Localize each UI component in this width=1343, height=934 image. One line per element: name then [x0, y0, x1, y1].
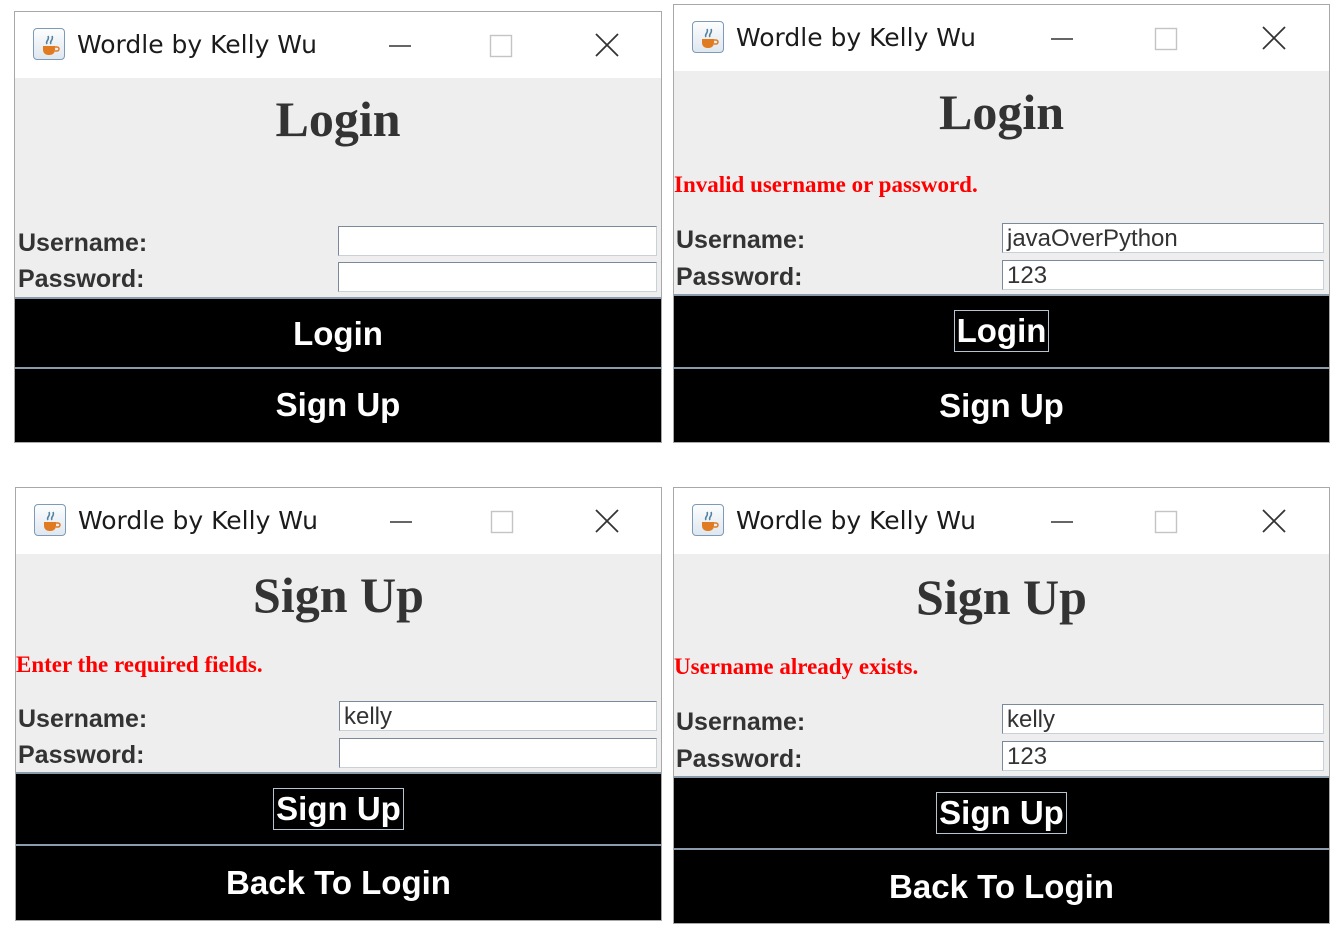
login-error-window: Wordle by Kelly Wu Login Invalid usernam… — [673, 4, 1330, 443]
error-message: Invalid username or password. — [674, 172, 978, 197]
username-field[interactable]: javaOverPython — [1002, 223, 1324, 253]
sign-up-button[interactable]: Sign Up — [15, 367, 661, 442]
sign-up-error-window: Wordle by Kelly Wu Sign Up Username alre… — [673, 487, 1330, 924]
close-icon[interactable] — [1254, 19, 1294, 55]
sign-up-button[interactable]: Sign Up — [674, 367, 1329, 442]
java-cup-icon — [34, 504, 66, 536]
java-cup-icon — [33, 28, 65, 60]
title-bar[interactable]: Wordle by Kelly Wu — [16, 488, 661, 554]
username-label: Username: — [676, 708, 806, 736]
window-title: Wordle by Kelly Wu — [77, 30, 317, 59]
password-field[interactable]: 123 — [1002, 741, 1324, 771]
login-button[interactable]: Login — [674, 294, 1329, 369]
sign-up-button-label: Sign Up — [275, 386, 401, 423]
error-message: Enter the required fields. — [16, 652, 263, 677]
back-to-login-button-label: Back To Login — [226, 864, 451, 901]
login-button-label: Login — [953, 310, 1050, 352]
maximize-icon[interactable] — [1146, 502, 1186, 538]
window-title: Wordle by Kelly Wu — [736, 23, 976, 52]
sign-up-button[interactable]: Sign Up — [16, 772, 661, 846]
page-title: Sign Up — [253, 567, 424, 623]
error-message: Username already exists. — [674, 654, 919, 679]
java-cup-icon — [692, 21, 724, 53]
back-to-login-button[interactable]: Back To Login — [674, 848, 1329, 923]
maximize-icon[interactable] — [481, 26, 521, 62]
maximize-icon[interactable] — [1146, 19, 1186, 55]
sign-up-window: Wordle by Kelly Wu Sign Up Enter the req… — [15, 487, 662, 921]
sign-up-button-label: Sign Up — [273, 788, 404, 830]
java-cup-icon — [692, 504, 724, 536]
sign-up-button[interactable]: Sign Up — [674, 776, 1329, 850]
login-window: Wordle by Kelly Wu Login Username: Passw… — [14, 11, 662, 443]
password-field[interactable] — [339, 738, 657, 768]
password-label: Password: — [676, 745, 803, 773]
back-to-login-button-label: Back To Login — [889, 868, 1114, 905]
window-title: Wordle by Kelly Wu — [78, 506, 318, 535]
login-button-label: Login — [293, 315, 383, 352]
page-title: Login — [938, 84, 1065, 140]
minimize-icon[interactable] — [1042, 19, 1082, 55]
username-field[interactable]: kelly — [1002, 704, 1324, 734]
username-field[interactable]: kelly — [339, 701, 657, 731]
title-bar[interactable]: Wordle by Kelly Wu — [674, 488, 1329, 554]
maximize-icon[interactable] — [482, 502, 522, 538]
title-bar[interactable]: Wordle by Kelly Wu — [15, 12, 661, 78]
window-title: Wordle by Kelly Wu — [736, 506, 976, 535]
username-label: Username: — [676, 226, 806, 254]
username-label: Username: — [18, 229, 148, 257]
back-to-login-button[interactable]: Back To Login — [16, 844, 661, 920]
password-label: Password: — [18, 265, 145, 293]
title-bar[interactable]: Wordle by Kelly Wu — [674, 5, 1329, 71]
close-icon[interactable] — [1254, 502, 1294, 538]
minimize-icon[interactable] — [1042, 502, 1082, 538]
minimize-icon[interactable] — [381, 502, 421, 538]
login-button[interactable]: Login — [15, 297, 661, 369]
sign-up-button-label: Sign Up — [936, 792, 1067, 834]
username-label: Username: — [18, 705, 148, 733]
close-icon[interactable] — [587, 502, 627, 538]
minimize-icon[interactable] — [380, 26, 420, 62]
username-field[interactable] — [338, 226, 657, 256]
password-field[interactable]: 123 — [1002, 260, 1324, 290]
page-title: Sign Up — [916, 569, 1087, 625]
page-title: Login — [275, 91, 401, 147]
close-icon[interactable] — [587, 26, 627, 62]
password-label: Password: — [676, 263, 803, 291]
password-field[interactable] — [338, 262, 657, 292]
password-label: Password: — [18, 741, 145, 769]
sign-up-button-label: Sign Up — [939, 387, 1064, 424]
